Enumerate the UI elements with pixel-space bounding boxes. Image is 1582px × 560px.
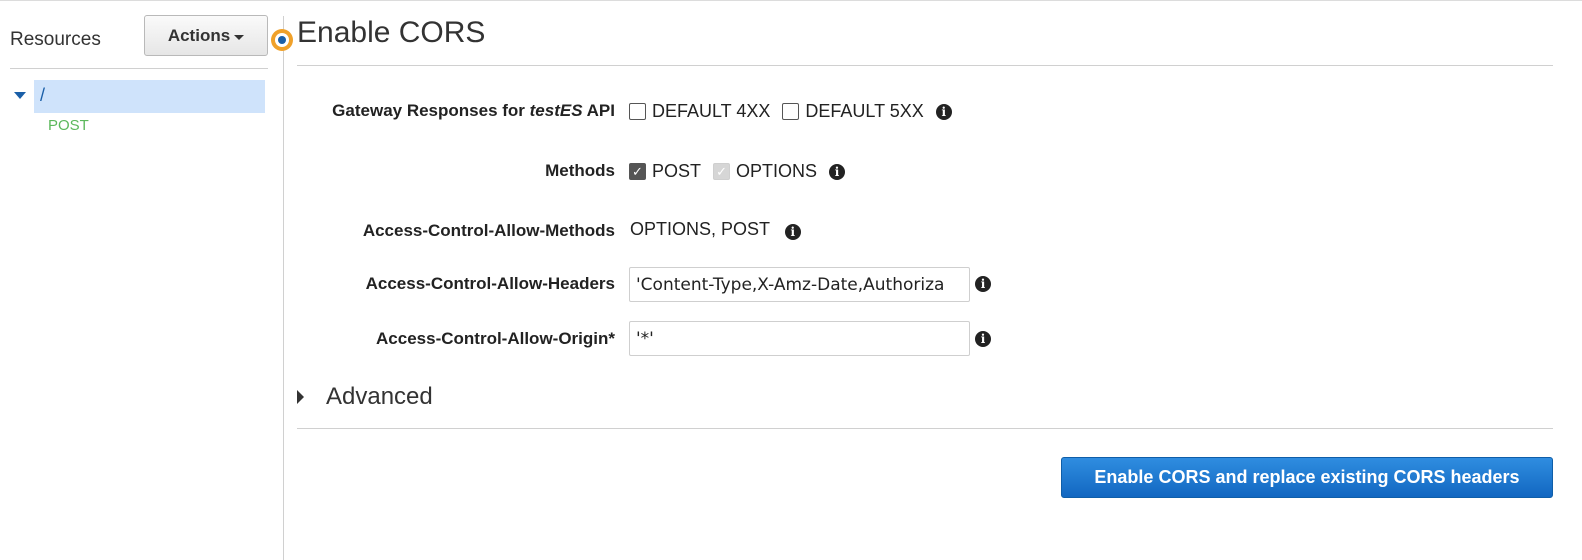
gateway-responses-options: DEFAULT 4XX DEFAULT 5XX i: [629, 101, 952, 122]
actions-button[interactable]: Actions: [144, 15, 268, 56]
enable-cors-button[interactable]: Enable CORS and replace existing CORS he…: [1061, 457, 1553, 498]
title-divider: [297, 65, 1553, 66]
advanced-toggle-label[interactable]: Advanced: [326, 383, 433, 411]
methods-options: ✓ POST ✓ OPTIONS i: [629, 161, 846, 182]
splitter-drag-handle[interactable]: [271, 29, 293, 51]
gateway-responses-label: Gateway Responses for testES API: [332, 101, 615, 120]
default-4xx-checkbox[interactable]: [629, 103, 646, 120]
drag-handle-dot-icon: [278, 36, 286, 44]
allow-origin-input[interactable]: [629, 321, 970, 356]
api-name: testES: [529, 101, 583, 120]
info-icon[interactable]: i: [975, 331, 991, 347]
caret-down-icon: [234, 34, 245, 40]
resource-root-item[interactable]: /: [34, 80, 265, 113]
resources-sidebar: Resources Actions / POST: [0, 0, 284, 560]
allow-methods-value: OPTIONS, POST i: [630, 219, 801, 240]
method-options-checkbox: ✓: [713, 163, 731, 180]
allow-origin-label: Access-Control-Allow-Origin*: [376, 329, 615, 348]
default-5xx-label: DEFAULT 5XX: [805, 101, 924, 121]
allow-headers-label: Access-Control-Allow-Headers: [365, 274, 615, 293]
method-post-label: POST: [652, 161, 702, 181]
resource-method-post[interactable]: POST: [48, 117, 89, 134]
default-5xx-checkbox[interactable]: [782, 103, 800, 120]
allow-headers-input[interactable]: [629, 267, 970, 302]
actions-button-label: Actions: [167, 25, 231, 45]
info-icon[interactable]: i: [784, 224, 801, 240]
caret-right-icon[interactable]: [297, 390, 304, 404]
method-options-label: OPTIONS: [736, 161, 818, 181]
info-icon[interactable]: i: [829, 163, 846, 180]
page-title: Enable CORS: [297, 16, 486, 49]
panel-splitter: [283, 16, 284, 560]
info-icon[interactable]: i: [975, 276, 991, 292]
info-icon[interactable]: i: [935, 103, 952, 120]
advanced-divider: [297, 428, 1553, 429]
allow-methods-label: Access-Control-Allow-Methods: [362, 221, 615, 240]
resources-title: Resources: [10, 29, 101, 50]
method-post-checkbox[interactable]: ✓: [629, 163, 646, 180]
sidebar-divider: [10, 68, 268, 69]
default-4xx-label: DEFAULT 4XX: [652, 101, 771, 121]
methods-label: Methods: [545, 161, 615, 180]
tree-collapse-icon[interactable]: [14, 92, 26, 99]
